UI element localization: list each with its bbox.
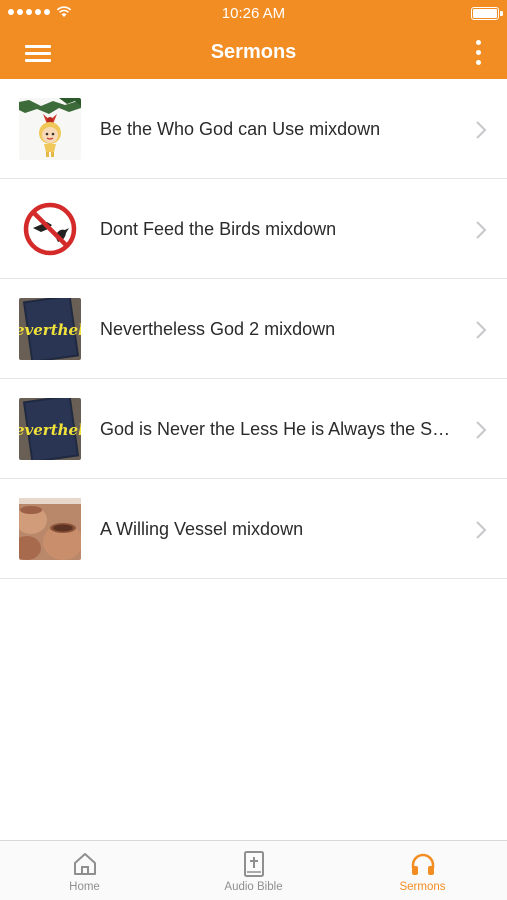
headphones-icon <box>411 853 434 875</box>
sermon-title: God is Never the Less He is Always the S… <box>100 419 457 439</box>
chevron-right-icon <box>476 121 487 139</box>
status-time: 10:26 AM <box>221 5 286 22</box>
sermon-row[interactable]: Dont Feed the Birds mixdown <box>0 179 507 279</box>
sermon-title: Nevertheless God 2 mixdown <box>100 319 336 339</box>
sermon-title: Be the Who God can Use mixdown <box>100 119 381 139</box>
navigation-bar: Sermons <box>0 28 507 79</box>
chevron-right-icon <box>476 321 487 339</box>
sermon-row[interactable]: Be the Who God can Use mixdown <box>0 79 507 179</box>
no-feeding-sign-image <box>19 198 81 260</box>
app-header: 10:26 AM Sermons <box>0 0 507 79</box>
tab-label: Home <box>69 881 100 893</box>
sermon-row[interactable]: A Willing Vessel mixdown <box>0 479 507 579</box>
chevron-right-icon <box>476 221 487 239</box>
chevron-right-icon <box>476 421 487 439</box>
status-bar: 10:26 AM <box>0 0 507 28</box>
bible-icon <box>243 851 264 877</box>
home-icon <box>73 853 96 875</box>
chevron-right-icon <box>476 521 487 539</box>
tab-home[interactable]: Home <box>0 841 169 900</box>
sermon-list: Be the Who God can Use mixdown Dont Feed… <box>0 79 507 579</box>
sermon-row[interactable]: everthele Nevertheless God 2 mixdown <box>0 279 507 379</box>
menu-button[interactable] <box>20 39 56 67</box>
ornament-doll-image <box>19 98 81 160</box>
nevertheless-book-image: everthele <box>19 398 81 460</box>
tab-sermons[interactable]: Sermons <box>338 841 507 900</box>
sermon-row[interactable]: everthele God is Never the Less He is Al… <box>0 379 507 479</box>
book-cover-text: everthele <box>19 321 81 339</box>
more-vertical-icon <box>476 40 481 45</box>
tab-label: Sermons <box>399 881 446 893</box>
book-cover-text: everthele <box>19 421 81 439</box>
sermon-title: A Willing Vessel mixdown <box>100 519 304 539</box>
hamburger-icon <box>25 45 51 48</box>
tab-audio-bible[interactable]: Audio Bible <box>169 841 338 900</box>
battery-icon <box>471 7 503 20</box>
sermon-title: Dont Feed the Birds mixdown <box>100 219 337 239</box>
tab-bar: Home Audio Bible Sermons <box>0 840 507 900</box>
page-title: Sermons <box>210 41 297 63</box>
tab-label: Audio Bible <box>224 881 283 893</box>
more-options-button[interactable] <box>471 39 485 69</box>
clay-pots-image <box>19 498 81 560</box>
nevertheless-book-image: everthele <box>19 298 81 360</box>
